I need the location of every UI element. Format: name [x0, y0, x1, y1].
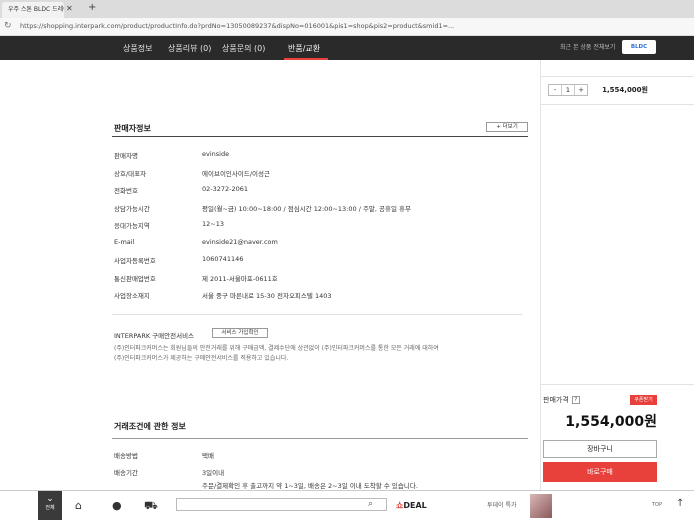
active-tab-indicator [284, 58, 328, 60]
seller-row-label: 사업자등록번호 [114, 257, 156, 265]
seller-row-label: 통신판매업번호 [114, 275, 156, 283]
deal-logo[interactable]: 쇼DEAL [396, 500, 427, 511]
trade-row-label: 배송기간 [114, 469, 138, 477]
cart-icon[interactable]: ⛟ [144, 499, 158, 514]
sidebar-divider [540, 60, 541, 490]
trade-info-divider [112, 438, 528, 439]
trade-row-label: 배송방법 [114, 452, 138, 460]
trade-row-note: 주문/결제확인 후 출고까지 약 1~3일, 배송은 2~3일 이내 도착할 수… [202, 482, 418, 490]
tab-qna[interactable]: 상품문의 (0) [222, 43, 265, 54]
seller-row-value: evinside [202, 150, 230, 158]
browser-tab[interactable]: 우주 스톤 BLDC 드레이어 [2, 2, 64, 18]
sale-price-label-text: 판매가격 [543, 396, 569, 404]
seller-row-label: 상호/대표자 [114, 170, 147, 178]
tab-close-icon[interactable]: ✕ [66, 4, 73, 13]
seller-row-value: 서울 중구 마른내로 15-30 전자오피스텔 1403 [202, 292, 332, 300]
seller-info-bottom-line [112, 314, 522, 315]
seller-row-value: 평일(월~금) 10:00~18:00 / 점심시간 12:00~13:00 /… [202, 205, 412, 213]
safe-purchase-title: INTERPARK 구매안전서비스 [114, 332, 195, 340]
seller-row-value: 02-3272-2061 [202, 185, 249, 193]
trade-row-value: 3일이내 [202, 469, 225, 477]
buy-now-button[interactable]: 바로구매 [543, 462, 657, 482]
chevron-down-icon: ⌄ [46, 494, 54, 504]
qty-value[interactable]: 1 [561, 85, 575, 95]
seller-row-value: 제 2011-서울마포-0611호 [202, 275, 278, 283]
seller-row-label: 사업장소재지 [114, 292, 150, 300]
seller-row-value: 12~13 [202, 220, 224, 228]
sidebar-top-line [540, 76, 694, 77]
quantity-stepper[interactable]: - 1 + [548, 84, 588, 96]
search-input[interactable] [176, 498, 387, 511]
url-field[interactable]: https://shopping.interpark.com/product/p… [20, 22, 692, 30]
promo-text[interactable]: 투데이 특가 [487, 500, 517, 509]
promo-thumbnail[interactable] [530, 494, 552, 518]
refresh-icon[interactable]: ↻ [4, 21, 12, 31]
address-bar: ↻ https://shopping.interpark.com/product… [0, 18, 694, 36]
sidebar-mid-line [540, 104, 694, 105]
seller-row-label: E-mail [114, 238, 135, 246]
top-link[interactable]: TOP [652, 502, 662, 508]
add-to-cart-button[interactable]: 장바구니 [543, 440, 657, 458]
browser-titlebar: 우주 스톤 BLDC 드레이어 ✕ + [0, 0, 694, 18]
menu-button[interactable]: ⌄ 전체 [38, 491, 62, 520]
seller-row-value: 1060741146 [202, 255, 244, 263]
recent-products-link[interactable]: 최근 본 상품 전체보기 [560, 42, 615, 51]
coupon-button[interactable]: 쿠폰받기 [630, 395, 657, 405]
home-icon[interactable]: ⌂ [75, 499, 82, 512]
seller-row-value: 에이브이인사이드/이성근 [202, 170, 270, 178]
menu-label: 전체 [45, 505, 55, 511]
trade-info-title: 거래조건에 관한 정보 [114, 422, 186, 431]
seller-info-title: 판매자정보 [114, 124, 151, 133]
seller-row-label: 판매자명 [114, 152, 138, 160]
seller-email[interactable]: evinside21@naver.com [202, 238, 278, 246]
seller-row-label: 상담가능시간 [114, 205, 150, 213]
seller-info-divider [112, 136, 528, 137]
help-icon[interactable]: ? [571, 396, 580, 404]
qty-minus-button[interactable]: - [549, 85, 561, 95]
tab-return-exchange[interactable]: 반품/교환 [288, 43, 320, 54]
option-price: 1,554,000원 [602, 86, 648, 94]
sale-price-label: 판매가격? [543, 395, 580, 405]
notice-line: (주)인터파크커머스는 회원님들의 안전거래를 위해 구매금액, 결제수단에 상… [114, 345, 439, 352]
new-tab-button[interactable]: + [88, 2, 96, 13]
notice-line: (주)인터파크커머스가 제공하는 구매안전서비스를 적용하고 있습니다. [114, 355, 289, 362]
user-icon[interactable]: ● [112, 499, 122, 512]
tab-product-info[interactable]: 상품정보 [123, 43, 152, 54]
tab-reviews[interactable]: 상품리뷰 (0) [168, 43, 211, 54]
seller-row-label: 응대가능지역 [114, 222, 150, 230]
total-price: 1,554,000원 [565, 414, 657, 430]
seller-row-label: 전화번호 [114, 187, 138, 195]
search-icon[interactable]: ⌕ [368, 499, 373, 509]
qty-plus-button[interactable]: + [575, 85, 587, 95]
sidebar-price-line [540, 384, 694, 385]
more-button[interactable]: + 더보기 [486, 122, 528, 132]
recent-product-badge[interactable]: BLDC [622, 40, 656, 54]
service-check-button[interactable]: 서비스 가입확인 [212, 328, 268, 338]
up-arrow-icon[interactable]: ↑ [676, 498, 684, 509]
trade-row-value: 택배 [202, 452, 214, 460]
deal-logo-text: DEAL [403, 501, 427, 510]
